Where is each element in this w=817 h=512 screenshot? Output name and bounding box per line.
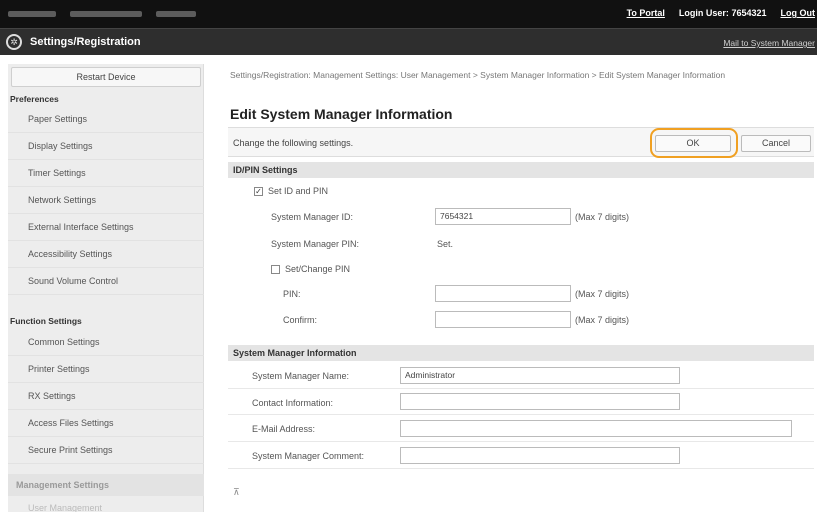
cancel-button[interactable]: Cancel	[741, 135, 811, 152]
confirm-label: Confirm:	[283, 315, 318, 325]
row-divider	[228, 414, 814, 415]
manager-comment-label: System Manager Comment:	[252, 451, 365, 461]
sidebar-item-rx-settings[interactable]: RX Settings	[8, 383, 204, 410]
set-change-pin-label: Set/Change PIN	[285, 264, 351, 274]
sidebar-item-accessibility-settings[interactable]: Accessibility Settings	[8, 241, 204, 268]
set-id-pin-label: Set ID and PIN	[268, 186, 329, 196]
sidebar-item-network-settings[interactable]: Network Settings	[8, 187, 204, 214]
ok-button[interactable]: OK	[655, 135, 731, 152]
scroll-top-icon[interactable]: ⊼	[233, 487, 240, 498]
set-change-pin-checkbox[interactable]	[271, 265, 280, 274]
sidebar-item-access-files-settings[interactable]: Access Files Settings	[8, 410, 204, 437]
row-divider	[228, 468, 814, 469]
manager-comment-input[interactable]	[400, 447, 680, 464]
login-user-info: Login User: 7654321	[679, 8, 767, 18]
email-address-input[interactable]	[400, 420, 792, 437]
manager-id-label: System Manager ID:	[271, 212, 354, 222]
app-title: Settings/Registration	[30, 36, 141, 48]
sidebar-item-display-settings[interactable]: Display Settings	[8, 133, 204, 160]
blurred-breadcrumb	[8, 9, 196, 18]
pin-label: PIN:	[283, 289, 301, 299]
pin-input[interactable]	[435, 285, 571, 302]
sidebar-item-sound-volume-control[interactable]: Sound Volume Control	[8, 268, 204, 295]
logout-link[interactable]: Log Out	[781, 8, 816, 18]
page-title: Edit System Manager Information	[230, 106, 453, 122]
manager-id-input[interactable]: 7654321	[435, 208, 571, 225]
login-user-label: Login User:	[678, 8, 729, 18]
login-user-value: 7654321	[731, 8, 767, 18]
sidebar-item-timer-settings[interactable]: Timer Settings	[8, 160, 204, 187]
row-divider	[228, 441, 814, 442]
confirm-pin-input[interactable]	[435, 311, 571, 328]
id-pin-section-header: ID/PIN Settings	[228, 162, 814, 178]
sidebar-item-secure-print-settings[interactable]: Secure Print Settings	[8, 437, 204, 464]
mail-system-manager-link[interactable]: Mail to System Manager	[723, 38, 815, 48]
settings-logo-icon: ✲	[6, 34, 22, 50]
manager-pin-label: System Manager PIN:	[271, 239, 360, 249]
sidebar-item-paper-settings[interactable]: Paper Settings	[8, 106, 204, 133]
manager-pin-status: Set.	[437, 239, 454, 249]
sidebar-group-function-settings: Function Settings	[10, 316, 82, 326]
sidebar-group-preferences: Preferences	[10, 94, 59, 104]
sidebar-item-common-settings[interactable]: Common Settings	[8, 329, 204, 356]
description-text: Change the following settings.	[233, 138, 354, 148]
to-portal-link[interactable]: To Portal	[627, 8, 665, 18]
manager-name-label: System Manager Name:	[252, 371, 350, 381]
confirm-hint: (Max 7 digits)	[575, 315, 630, 325]
sidebar-item-external-interface-settings[interactable]: External Interface Settings	[8, 214, 204, 241]
row-divider	[228, 388, 814, 389]
top-bar: To Portal Login User: 7654321 Log Out	[0, 0, 817, 28]
email-address-label: E-Mail Address:	[252, 424, 316, 434]
manager-id-hint: (Max 7 digits)	[575, 212, 630, 222]
sidebar-group-management-settings: Management Settings	[8, 474, 204, 496]
sidebar-item-user-management[interactable]: User Management	[8, 498, 204, 512]
sidebar-item-printer-settings[interactable]: Printer Settings	[8, 356, 204, 383]
pin-hint: (Max 7 digits)	[575, 289, 630, 299]
sidebar: Restart Device Preferences Paper Setting…	[8, 64, 204, 512]
contact-info-input[interactable]	[400, 393, 680, 410]
restart-device-button[interactable]: Restart Device	[11, 67, 201, 87]
action-bar: Change the following settings. OK Cancel	[228, 127, 814, 158]
contact-info-label: Contact Information:	[252, 398, 334, 408]
title-bar: ✲ Settings/Registration Mail to System M…	[0, 28, 817, 55]
breadcrumb: Settings/Registration: Management Settin…	[230, 70, 726, 80]
set-id-pin-checkbox[interactable]: ✓	[254, 187, 263, 196]
system-manager-info-header: System Manager Information	[228, 345, 814, 361]
manager-name-input[interactable]: Administrator	[400, 367, 680, 384]
